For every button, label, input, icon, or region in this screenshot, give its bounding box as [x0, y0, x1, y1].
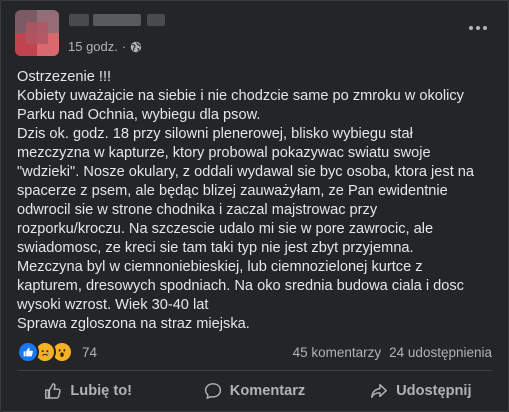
- meta-separator: ·: [121, 39, 127, 54]
- comment-icon: [204, 383, 221, 399]
- post-line: Dzis ok. godz. 18 przy silowni plenerowe…: [17, 126, 413, 142]
- post-line: mezczyzna w kapturze, ktory probowal pok…: [17, 145, 431, 161]
- reaction-count[interactable]: 74: [82, 345, 97, 360]
- post-line: Kobiety uważajcie na siebie i nie chodzc…: [17, 88, 464, 104]
- post-line: rozporku/kroczu. Na szczescie udalo mi s…: [17, 221, 434, 237]
- like-button-label: Lubię to!: [70, 383, 132, 399]
- post-line: Mezczyna byl w ciemnoniebieskiej, lub ci…: [17, 259, 423, 275]
- reactions-summary[interactable]: 74: [17, 341, 97, 363]
- comments-count-link[interactable]: 45 komentarzy: [293, 345, 382, 360]
- globe-icon: [130, 41, 142, 52]
- share-button-label: Udostępnij: [396, 383, 472, 399]
- post-meta: 15 godz. ·: [68, 39, 142, 54]
- post-card: 15 godz. · Ostrzezenie !!! Kobiety uważa…: [0, 0, 509, 412]
- stats-divider: [17, 370, 492, 371]
- comment-button[interactable]: Komentarz: [171, 374, 337, 408]
- post-body: Ostrzezenie !!! Kobiety uważajcie na sie…: [17, 68, 495, 334]
- post-time[interactable]: 15 godz.: [68, 39, 118, 54]
- post-line: kapturem, dresowych spodniach. Na oko sr…: [17, 278, 464, 294]
- thumbs-up-icon: [45, 383, 62, 399]
- post-line: Parku nad Ochnia, wybiegu dla psow.: [17, 107, 261, 123]
- post-actions: Lubię to! Komentarz Udostępnij: [5, 374, 504, 408]
- comment-button-label: Komentarz: [229, 383, 306, 399]
- author-name-redacted[interactable]: [69, 14, 165, 26]
- like-button[interactable]: Lubię to!: [5, 374, 171, 408]
- more-options-icon[interactable]: [466, 20, 490, 36]
- post-stats: 74 45 komentarzy 24 udostępnienia: [17, 341, 492, 363]
- post-header: 15 godz. ·: [15, 10, 494, 56]
- post-line: swiadomosc, ze kreci sie tam taki typ ni…: [17, 240, 414, 256]
- post-line: wysoki wzrost. Wiek 30-40 lat: [17, 297, 209, 313]
- post-line: Ostrzezenie !!!: [17, 69, 112, 85]
- share-button[interactable]: Udostępnij: [338, 374, 504, 408]
- like-reaction-icon: [17, 341, 39, 363]
- shares-count-link[interactable]: 24 udostępnienia: [389, 345, 492, 360]
- post-line: odwrocil sie w strone chodnika i zaczal …: [17, 202, 378, 218]
- share-icon: [371, 383, 388, 399]
- post-line: Sprawa zgloszona na straz miejska.: [17, 316, 250, 332]
- post-line: "wdzieki". Nosze okulary, z oddali wydaw…: [17, 164, 475, 180]
- avatar[interactable]: [15, 10, 59, 56]
- post-line: spacerze z psem, ale będąc blizej zauważ…: [17, 183, 448, 199]
